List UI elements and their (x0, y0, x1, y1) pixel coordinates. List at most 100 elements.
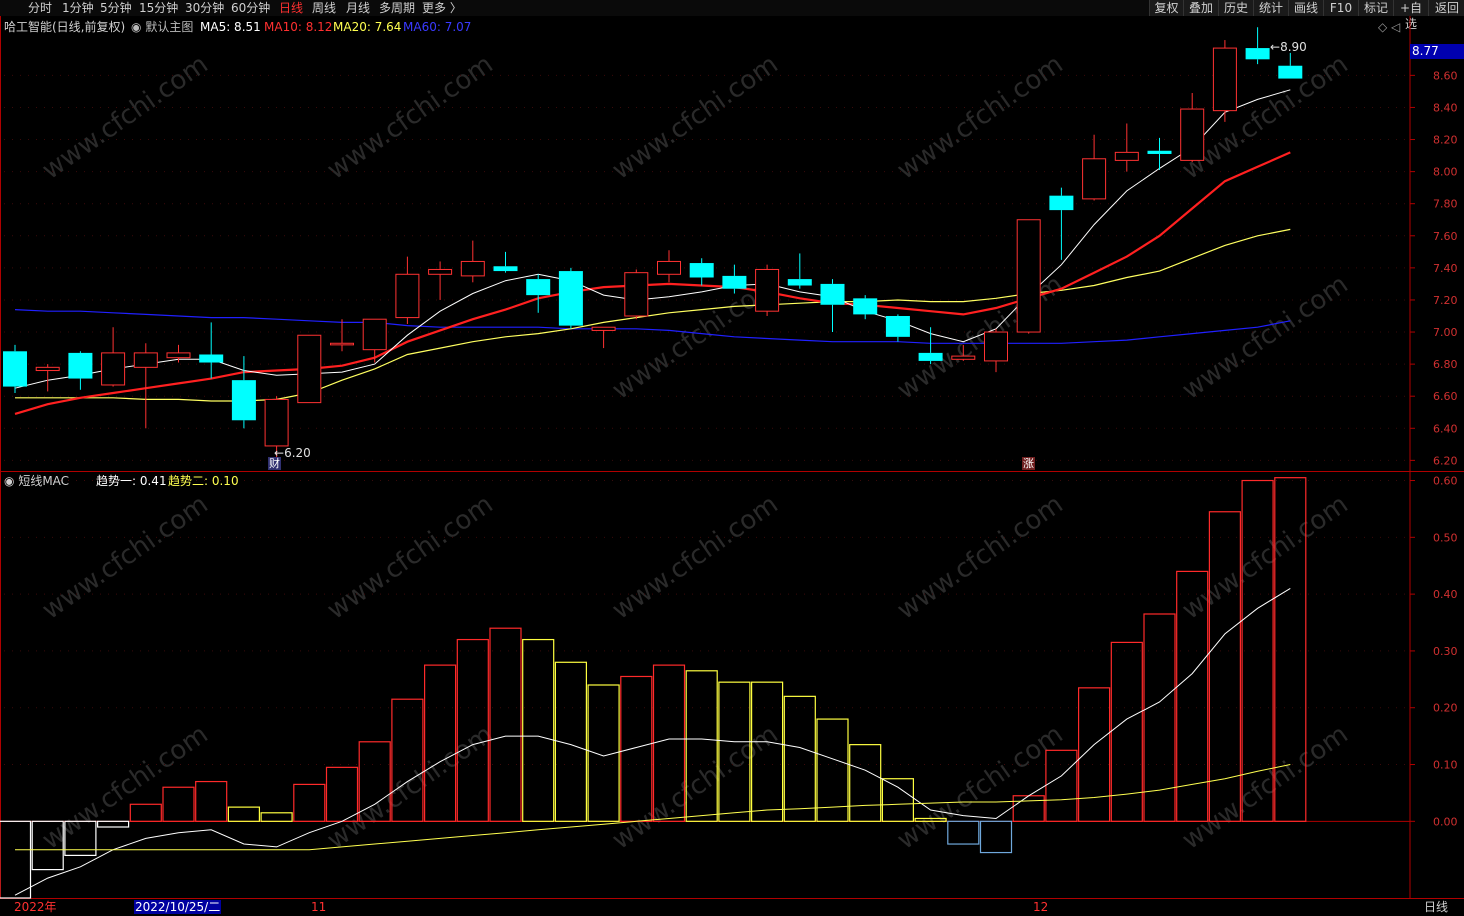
candle-body (722, 275, 747, 289)
candle-2 (68, 351, 93, 390)
candle-18 (591, 326, 616, 349)
mac-bar-27 (881, 778, 915, 822)
candle-body (3, 351, 27, 387)
candle-body (689, 263, 714, 278)
watermark-8: www.cfchi.com (37, 489, 214, 625)
price-tick-label-6: 7.40 (1433, 262, 1458, 275)
candle-16 (526, 274, 551, 313)
candle-5 (166, 344, 191, 363)
candle-body (460, 260, 485, 277)
candle-body (526, 279, 551, 296)
candle-body (885, 315, 910, 337)
template-selector[interactable]: ◉ 默认主图 (131, 20, 193, 34)
candle-14 (460, 240, 485, 283)
indicator-name: 短线MAC (18, 474, 70, 488)
month-12-label: 12 (1033, 900, 1049, 914)
candle-body (101, 352, 126, 386)
candle-10 (330, 319, 354, 352)
arrow-icon: ← (1270, 40, 1281, 54)
candle-body (984, 331, 1008, 362)
axis-layer: 8.60 8.40 8.20 8.00 7.80 7.60 7.40 7.20 7.00 6.80… (1410, 69, 1458, 828)
candle-body (68, 352, 93, 379)
candle-38 (1245, 27, 1270, 65)
candle-20 (657, 250, 681, 283)
candle-body (591, 326, 616, 331)
candle-17 (558, 267, 583, 329)
candle-37 (1212, 40, 1237, 122)
stock-chart: www.cfchi.com www.cfchi.com www.cfchi.com w… (0, 16, 1464, 899)
candle-26 (853, 295, 878, 320)
mac-bar-37 (1208, 511, 1242, 822)
candle-4 (133, 343, 158, 429)
circle-chevron-icon: ◉ (131, 20, 142, 34)
watermark-2: www.cfchi.com (607, 49, 784, 185)
watermark-11: www.cfchi.com (892, 489, 1069, 625)
mac-bar-26 (849, 744, 882, 822)
price-tick-label-0: 8.60 (1433, 69, 1458, 82)
template-label: 默认主图 (145, 20, 194, 34)
mac-bar-15 (489, 627, 522, 822)
candle-body (787, 279, 812, 286)
price-tick-label-9: 6.80 (1433, 358, 1458, 371)
ind-tick-label-1: 0.50 (1433, 531, 1458, 544)
candle-body (133, 352, 158, 368)
ind-tick-label-0: 0.60 (1433, 475, 1458, 488)
watermark-15: www.cfchi.com (607, 719, 784, 855)
candle-body (35, 366, 60, 372)
mac-bar-5 (162, 786, 195, 822)
ind-tick-label-3: 0.30 (1433, 645, 1458, 658)
period-tag[interactable]: 日线 (1424, 900, 1448, 914)
candle-body (199, 354, 224, 363)
watermark-12: www.cfchi.com (1177, 489, 1354, 625)
mac-bar-32 (1045, 749, 1078, 822)
high-price-label: ←8.90 (1270, 40, 1307, 54)
trend2-value: 趋势二: 0.10 (168, 474, 239, 488)
finance-badge[interactable]: 财 (268, 457, 281, 470)
watermark-3: www.cfchi.com (892, 49, 1069, 185)
candlestick-layer (3, 27, 1303, 461)
mac-bar-16 (522, 638, 555, 822)
candle-25 (820, 279, 845, 333)
price-tick-label-5: 7.60 (1433, 230, 1458, 243)
panel-controls-icon[interactable]: ◇ ◁ (1378, 20, 1400, 34)
candle-3 (101, 327, 126, 387)
candle-30 (984, 328, 1008, 373)
mac-bar-6 (195, 780, 228, 822)
ind-tick-label-4: 0.20 (1433, 702, 1458, 715)
limit-up-badge[interactable]: 涨 (1022, 457, 1035, 470)
candle-1 (35, 364, 60, 392)
watermark-9: www.cfchi.com (322, 489, 499, 625)
candle-body (558, 271, 583, 326)
ma10-value: MA10: 8.12 (264, 20, 333, 34)
candle-body (1049, 195, 1074, 211)
watermark-10: www.cfchi.com (607, 489, 784, 625)
candle-13 (428, 261, 453, 300)
mac-bar-24 (783, 695, 816, 822)
watermark-5: www.cfchi.com (892, 269, 1069, 405)
candle-body (1278, 65, 1303, 79)
ma60-value: MA60: 7.07 (403, 20, 472, 34)
price-tick-label-11: 6.40 (1433, 422, 1458, 435)
mac-bar-30 (979, 820, 1013, 854)
candle-39 (1278, 52, 1303, 79)
candle-body (428, 268, 453, 275)
candle-body (330, 342, 354, 346)
candle-body (755, 268, 780, 312)
watermark-0: www.cfchi.com (37, 49, 214, 185)
watermark-1: www.cfchi.com (322, 49, 499, 185)
cursor-date: 2022/10/25/二 (134, 900, 222, 914)
candle-35 (1147, 137, 1172, 171)
candle-body (1180, 108, 1205, 161)
mac-bar-19 (620, 675, 653, 822)
candle-24 (787, 253, 812, 289)
candle-body (166, 352, 191, 359)
candle-0 (3, 344, 27, 393)
candle-32 (1049, 187, 1074, 260)
candle-21 (689, 258, 714, 286)
high-price-value: 8.90 (1280, 40, 1307, 54)
candle-body (1212, 47, 1237, 112)
candle-body (1114, 151, 1139, 161)
candle-body (820, 283, 845, 305)
candle-23 (755, 264, 780, 316)
indicator-selector[interactable]: ◉ 短线MAC (4, 474, 69, 488)
